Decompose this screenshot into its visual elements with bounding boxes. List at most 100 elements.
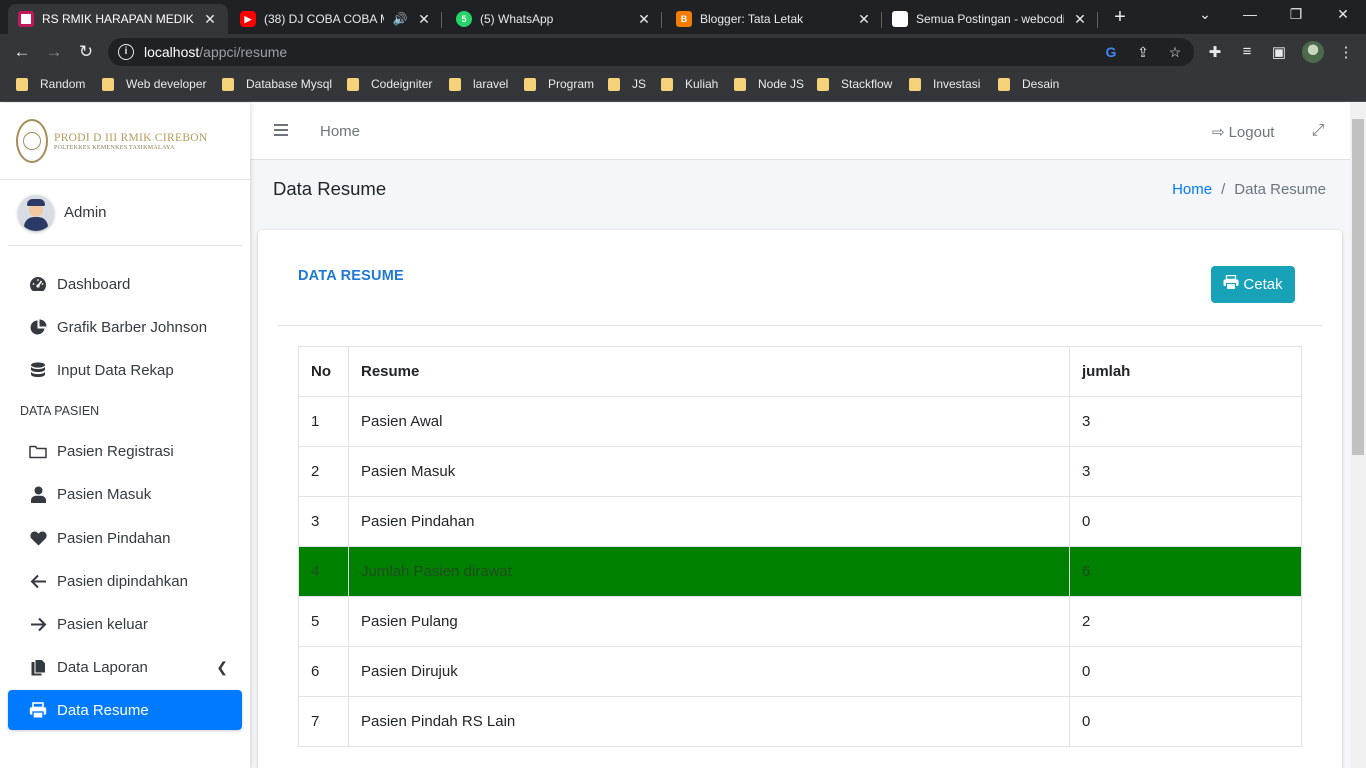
bookmark-folder[interactable]: Codeigniter [347, 77, 432, 91]
bookmark-folder[interactable]: Database Mysql [222, 77, 332, 91]
folder-icon [909, 77, 921, 91]
site-info-icon[interactable]: i [118, 44, 134, 60]
sidebar-item-label: Data Resume [57, 701, 149, 719]
cell-jumlah: 0 [1069, 496, 1302, 547]
sidebar-item-label: Input Data Rekap [57, 361, 174, 379]
bookmark-folder[interactable]: Node JS [734, 77, 804, 91]
print-icon [1223, 274, 1239, 294]
profile-avatar-icon[interactable] [1302, 41, 1324, 63]
browser-tab[interactable]: ▶ (38) DJ COBA COBA MAI 🔊 ✕ [230, 4, 442, 34]
back-icon[interactable]: ← [12, 42, 32, 62]
sidebar-item-pasien-dipindahkan[interactable]: Pasien dipindahkan [8, 561, 242, 601]
breadcrumb-divider: / [1221, 181, 1226, 198]
page-scrollbar[interactable] [1350, 103, 1366, 768]
bookmark-folder[interactable]: laravel [449, 77, 508, 91]
forward-icon[interactable]: → [44, 42, 64, 62]
print-button[interactable]: Cetak [1211, 266, 1295, 303]
close-tab-icon[interactable]: ✕ [856, 11, 872, 28]
fullscreen-icon[interactable]: ⤢ [1309, 122, 1327, 140]
sidebar-item-input-rekap[interactable]: Input Data Rekap [8, 350, 242, 390]
cell-no: 6 [298, 646, 349, 697]
scrollbar-thumb[interactable] [1352, 119, 1364, 455]
database-icon [28, 360, 48, 380]
folder-icon [524, 77, 536, 91]
reload-icon[interactable]: ↻ [76, 42, 96, 62]
new-tab-icon[interactable]: + [1108, 6, 1132, 29]
close-window-icon[interactable]: ✕ [1333, 6, 1353, 23]
table-row: 6 Pasien Dirujuk 0 [298, 646, 1302, 697]
heart-icon [28, 528, 48, 548]
top-navbar: Home ⇨ Logout ⤢ [250, 103, 1350, 160]
google-icon[interactable]: G [1102, 44, 1120, 60]
side-panel-icon[interactable]: ▣ [1269, 43, 1289, 61]
sidebar-item-pasien-registrasi[interactable]: Pasien Registrasi [8, 431, 242, 471]
bookmark-star-icon[interactable]: ☆ [1166, 44, 1184, 61]
breadcrumb-home-link[interactable]: Home [1172, 181, 1212, 198]
speaker-icon[interactable]: 🔊 [392, 12, 408, 26]
column-header-jumlah: jumlah [1069, 346, 1302, 397]
close-tab-icon[interactable]: ✕ [636, 11, 652, 28]
nav-home-link[interactable]: Home [320, 123, 360, 140]
tab-separator [441, 12, 442, 28]
url-text[interactable]: localhost/appci/resume [144, 44, 287, 60]
sidebar-item-data-laporan[interactable]: Data Laporan ❮ [8, 647, 242, 687]
sidebar-item-grafik[interactable]: Grafik Barber Johnson [8, 307, 242, 347]
bookmark-folder[interactable]: Stackflow [817, 77, 892, 91]
bookmark-label: Stackflow [841, 77, 893, 91]
media-control-icon[interactable]: ≡ [1237, 43, 1257, 60]
bookmark-folder[interactable]: Random [16, 77, 85, 91]
bookmark-folder[interactable]: Web developer [102, 77, 207, 91]
arrow-left-icon [28, 571, 48, 591]
user-name: Admin [64, 204, 107, 221]
bookmark-folder[interactable]: JS [608, 77, 646, 91]
sidebar-item-label: Pasien Pindahan [57, 529, 171, 547]
table-row: 2 Pasien Masuk 3 [298, 446, 1302, 497]
bookmark-folder[interactable]: Desain [998, 77, 1059, 91]
brand-link[interactable]: PRODI D III RMIK CIREBON POLTEKKES KEMEN… [0, 103, 250, 180]
browser-tab[interactable]: RS RMIK HARAPAN MEDIKA ✕ [8, 4, 228, 34]
folder-icon [222, 77, 234, 91]
tab-separator [661, 12, 662, 28]
cell-resume: Pasien Pindah RS Lain [348, 696, 1070, 747]
logout-button[interactable]: ⇨ Logout [1212, 123, 1274, 142]
restore-icon[interactable]: ❐ [1286, 6, 1306, 23]
minimize-icon[interactable]: — [1240, 6, 1260, 22]
address-bar[interactable]: i localhost/appci/resume G ⇪ ☆ [108, 38, 1194, 66]
browser-tab[interactable]: B Blogger: Tata Letak ✕ [666, 4, 882, 34]
browser-tab[interactable]: Semua Postingan - webcodin ✕ [882, 4, 1098, 34]
extensions-icon[interactable]: ✚ [1205, 43, 1225, 61]
column-header-no: No [298, 346, 349, 397]
cell-no: 7 [298, 696, 349, 747]
cell-jumlah: 2 [1069, 596, 1302, 647]
sidebar-item-label: Dashboard [57, 275, 131, 293]
close-tab-icon[interactable]: ✕ [1072, 11, 1088, 28]
avatar [18, 194, 54, 231]
page-title: Data Resume [273, 178, 387, 199]
bookmark-folder[interactable]: Program [524, 77, 594, 91]
sidebar-item-pasien-masuk[interactable]: Pasien Masuk [8, 474, 242, 514]
tab-search-icon[interactable]: ⌄ [1195, 6, 1215, 23]
sidebar-item-dashboard[interactable]: Dashboard [8, 264, 242, 304]
print-button-label: Cetak [1243, 276, 1283, 293]
bookmark-label: Desain [1022, 77, 1060, 91]
menu-toggle-icon[interactable] [274, 124, 288, 136]
bookmark-folder[interactable]: Investasi [909, 77, 980, 91]
print-icon [28, 700, 48, 720]
bookmark-label: Codeigniter [371, 77, 433, 91]
user-panel[interactable]: Admin [8, 180, 242, 246]
folder-icon [817, 77, 829, 91]
share-icon[interactable]: ⇪ [1134, 44, 1152, 61]
close-tab-icon[interactable]: ✕ [416, 11, 432, 28]
sidebar-item-data-resume[interactable]: Data Resume [8, 690, 242, 730]
sidebar-item-pasien-pindahan[interactable]: Pasien Pindahan [8, 518, 242, 558]
close-tab-icon[interactable]: ✕ [202, 11, 218, 28]
browser-menu-icon[interactable]: ⋮ [1336, 43, 1356, 61]
cell-jumlah: 3 [1069, 446, 1302, 497]
browser-tab[interactable]: 5 (5) WhatsApp ✕ [446, 4, 662, 34]
folder-icon [608, 77, 620, 91]
bookmark-folder[interactable]: Kuliah [661, 77, 718, 91]
brand-name: PRODI D III RMIK CIREBON [54, 131, 208, 144]
table-row: 1 Pasien Awal 3 [298, 396, 1302, 447]
tab-title: (38) DJ COBA COBA MAI [264, 12, 384, 26]
sidebar-item-pasien-keluar[interactable]: Pasien keluar [8, 604, 242, 644]
